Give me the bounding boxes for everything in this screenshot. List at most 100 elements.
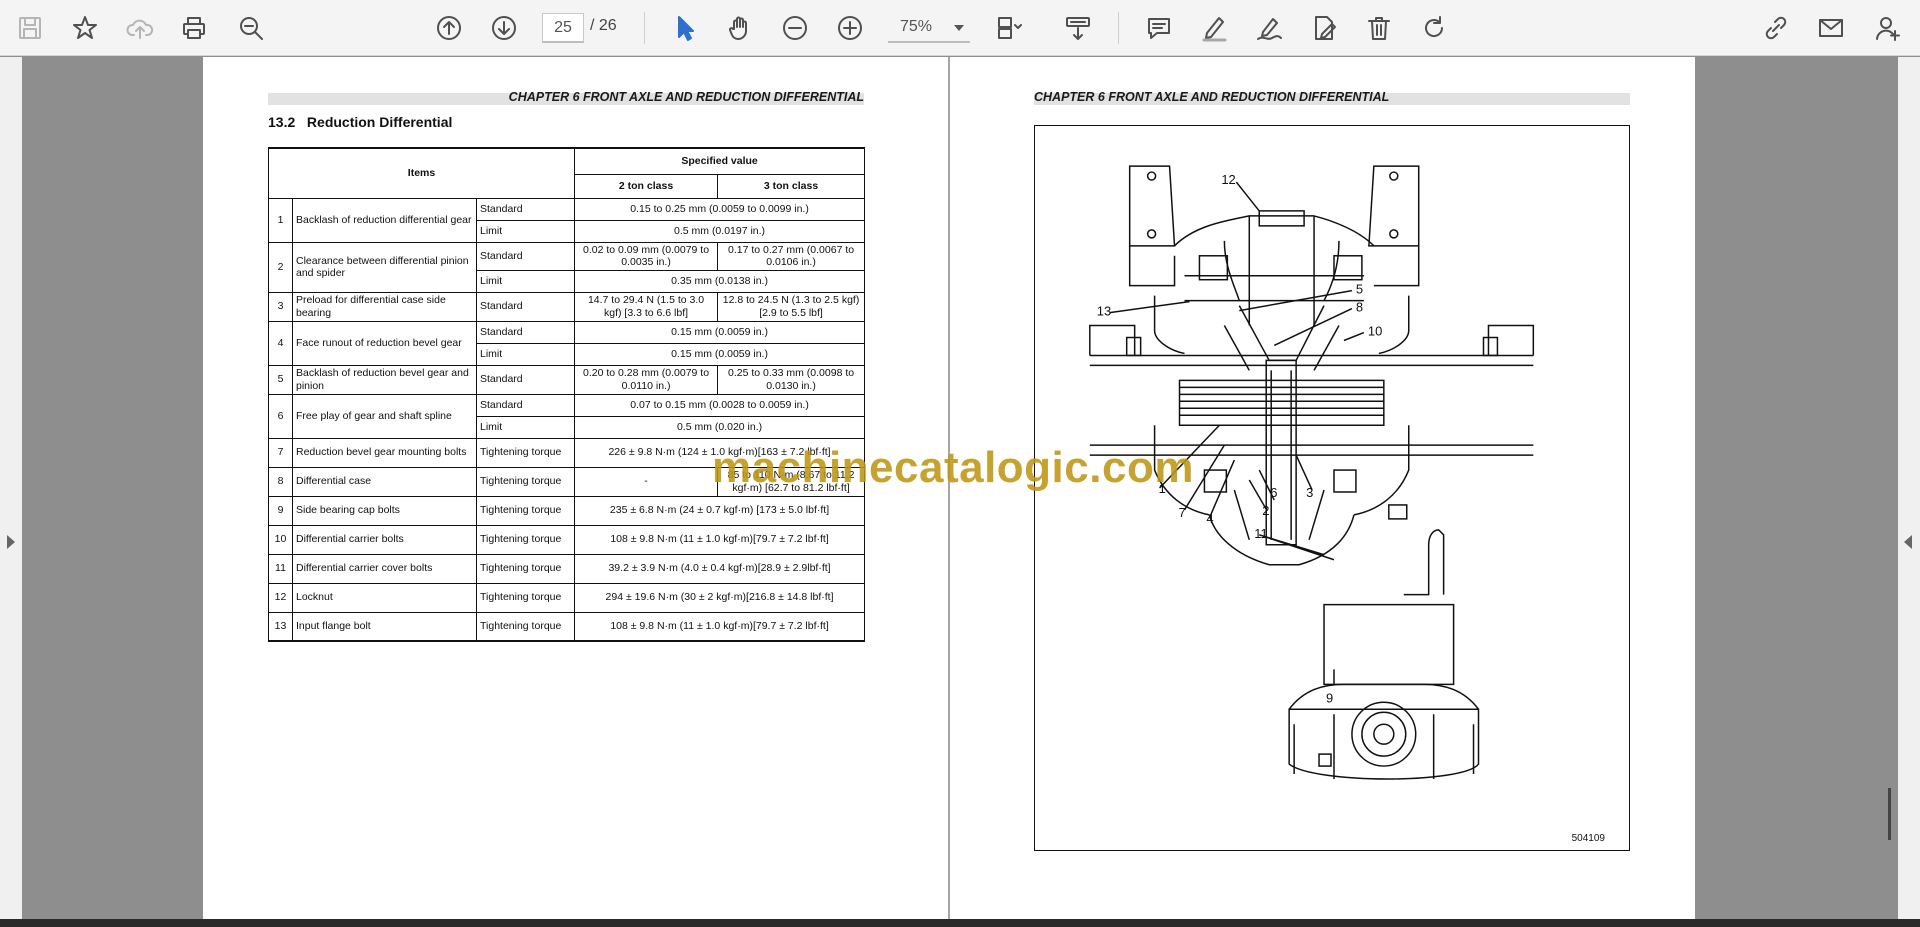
page-number-input[interactable]: 25: [542, 13, 584, 43]
row-type: Tightening torque: [475, 553, 576, 584]
scroll-mode-icon[interactable]: [1060, 10, 1096, 46]
row-number: 6: [268, 393, 293, 439]
figure-code: 504109: [1571, 833, 1605, 844]
row-value-2ton: 0.5 mm (0.020 in.): [574, 415, 866, 439]
toolbar-separator: [644, 12, 645, 44]
row-type: Standard: [475, 364, 576, 395]
highlight-pen-icon[interactable]: [1196, 10, 1232, 46]
callout-label: 13: [1097, 304, 1111, 319]
row-type: Tightening torque: [475, 495, 576, 526]
row-number: 7: [268, 437, 293, 468]
row-item: Differential case: [292, 466, 477, 497]
bottom-strip: [0, 919, 1920, 927]
page-down-icon[interactable]: [486, 10, 522, 46]
right-panel-toggle[interactable]: [1898, 57, 1920, 919]
callout-label: 11: [1254, 526, 1267, 541]
upload-cloud-icon[interactable]: [122, 10, 158, 46]
row-value-2ton: 235 ± 6.8 N·m (24 ± 0.7 kgf·m) [173 ± 5.…: [574, 495, 866, 526]
email-icon[interactable]: [1813, 10, 1849, 46]
watermark: machinecatalogic.com: [712, 443, 1194, 492]
row-type: Tightening torque: [475, 582, 576, 613]
stamp-icon[interactable]: [1306, 10, 1342, 46]
hand-pan-icon[interactable]: [722, 10, 758, 46]
callout-label: 5: [1356, 282, 1363, 297]
print-icon[interactable]: [176, 10, 212, 46]
zoom-level-value: 75%: [900, 18, 933, 35]
chapter-header: CHAPTER 6 FRONT AXLE AND REDUCTION DIFFE…: [508, 90, 864, 104]
link-share-icon[interactable]: [1758, 10, 1794, 46]
callout-label: 3: [1306, 485, 1313, 500]
row-item: Preload for differential case side beari…: [292, 291, 477, 322]
bookmark-star-icon[interactable]: [67, 10, 103, 46]
delete-icon[interactable]: [1361, 10, 1397, 46]
row-value-2ton: 0.20 to 0.28 mm (0.0079 to 0.0110 in.): [574, 364, 719, 395]
row-number: 1: [268, 197, 293, 243]
rotate-icon[interactable]: [1416, 10, 1452, 46]
row-number: 5: [268, 364, 293, 395]
row-item: Input flange bolt: [292, 611, 477, 642]
page-total: / 26: [590, 17, 617, 34]
zoom-search-icon[interactable]: [233, 10, 269, 46]
header-items: Items: [267, 147, 576, 199]
table-row: 1 Backlash of reduction differential gear…: [268, 197, 866, 243]
row-value-2ton: 39.2 ± 3.9 N·m (4.0 ± 0.4 kgf·m)[28.9 ± …: [574, 553, 866, 584]
row-item: Backlash of reduction bevel gear and pin…: [292, 364, 477, 395]
chevron-right-icon: [7, 535, 15, 549]
pdf-toolbar: 25 / 26 75%: [0, 0, 1920, 56]
row-item: Face runout of reduction bevel gear: [292, 320, 477, 366]
row-value-3ton: 12.8 to 24.5 N (1.3 to 2.5 kgf) [2.9 to …: [717, 291, 866, 322]
row-type: Tightening torque: [475, 524, 576, 555]
chevron-down-icon: [954, 25, 964, 31]
page-up-icon[interactable]: [431, 10, 467, 46]
callout-label: 8: [1356, 300, 1363, 315]
chevron-left-icon: [1904, 535, 1912, 549]
row-value-2ton: 0.35 mm (0.0138 in.): [574, 269, 866, 293]
add-user-icon[interactable]: [1870, 10, 1906, 46]
save-icon[interactable]: [12, 10, 48, 46]
table-row: 11 Differential carrier cover bolts Tighte…: [268, 553, 866, 584]
row-value-2ton: -: [574, 466, 719, 497]
select-cursor-icon[interactable]: [667, 10, 703, 46]
row-item: Locknut: [292, 582, 477, 613]
comment-icon[interactable]: [1141, 10, 1177, 46]
left-panel-toggle[interactable]: [0, 57, 22, 919]
zoom-level-select[interactable]: 75%: [888, 13, 970, 43]
row-value-2ton: 0.5 mm (0.0197 in.): [574, 219, 866, 243]
row-number: 11: [268, 553, 293, 584]
row-number: 4: [268, 320, 293, 366]
row-type: Standard: [475, 241, 576, 271]
row-type: Limit: [475, 219, 576, 243]
table-row: 12 Locknut Tightening torque 294 ± 19.6 N·m…: [268, 582, 866, 613]
chapter-header: CHAPTER 6 FRONT AXLE AND REDUCTION DIFFE…: [1034, 90, 1390, 104]
row-value-3ton: 0.25 to 0.33 mm (0.0098 to 0.0130 in.): [717, 364, 866, 395]
table-row: 10 Differential carrier bolts Tightening t…: [268, 524, 866, 555]
row-value-2ton: 0.15 to 0.25 mm (0.0059 to 0.0099 in.): [574, 197, 866, 221]
row-type: Standard: [475, 291, 576, 322]
row-value-2ton: 0.02 to 0.09 mm (0.0079 to 0.0035 in.): [574, 241, 719, 271]
draw-pen-icon[interactable]: [1251, 10, 1287, 46]
row-type: Limit: [475, 415, 576, 439]
zoom-out-icon[interactable]: [777, 10, 813, 46]
fit-page-icon[interactable]: [990, 10, 1026, 46]
row-item: Clearance between differential pinion an…: [292, 241, 477, 293]
callout-label: 2: [1262, 503, 1269, 518]
table-row: 2 Clearance between differential pinion a…: [268, 241, 866, 293]
row-number: 8: [268, 466, 293, 497]
section-title: 13.2 Reduction Differential: [268, 114, 453, 130]
row-number: 3: [268, 291, 293, 322]
callout-label: 4: [1206, 511, 1213, 526]
row-type: Standard: [475, 197, 576, 221]
row-value-2ton: 108 ± 9.8 N·m (11 ± 1.0 kgf·m)[79.7 ± 7.…: [574, 524, 866, 555]
callout-label: 6: [1270, 485, 1277, 500]
table-row: 6 Free play of gear and shaft spline Stand…: [268, 393, 866, 439]
zoom-in-icon[interactable]: [832, 10, 868, 46]
table-row: 5 Backlash of reduction bevel gear and pi…: [268, 364, 866, 395]
row-value-3ton: 0.17 to 0.27 mm (0.0067 to 0.0106 in.): [717, 241, 866, 271]
row-number: 13: [268, 611, 293, 642]
row-value-2ton: 14.7 to 29.4 N (1.5 to 3.0 kgf) [3.3 to …: [574, 291, 719, 322]
row-item: Side bearing cap bolts: [292, 495, 477, 526]
row-item: Differential carrier bolts: [292, 524, 477, 555]
row-type: Limit: [475, 342, 576, 366]
vertical-scrollbar[interactable]: [1888, 788, 1891, 840]
spec-table-body: 1 Backlash of reduction differential gear…: [268, 197, 866, 642]
